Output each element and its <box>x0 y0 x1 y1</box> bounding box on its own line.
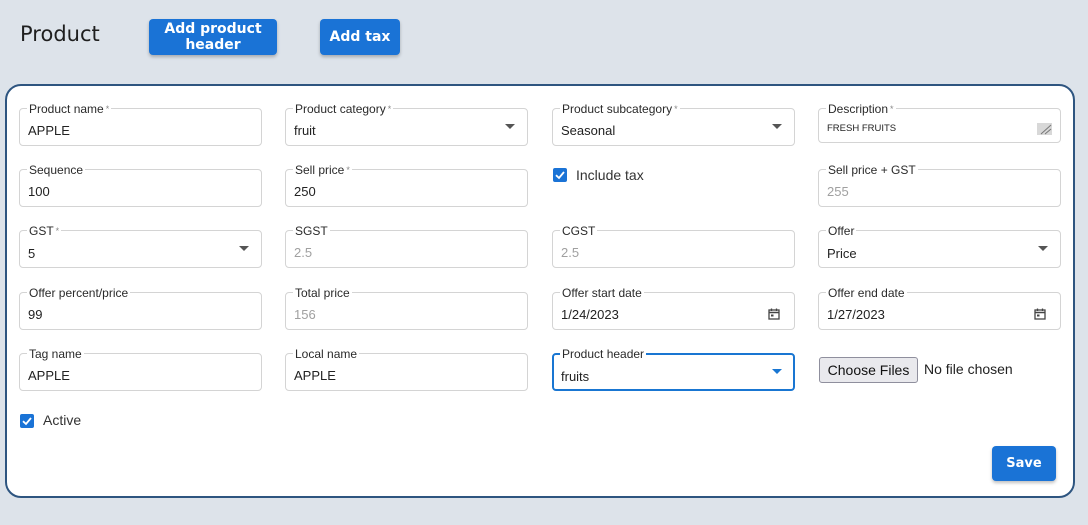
product-header-select[interactable]: Product header fruits <box>552 348 795 391</box>
save-button[interactable]: Save <box>992 446 1056 481</box>
file-status-text: No file chosen <box>924 361 1013 377</box>
chevron-down-icon <box>772 369 782 374</box>
gst-label: GST * <box>27 224 62 238</box>
offer-start-date-field[interactable]: Offer start date 1/24/2023 <box>552 287 795 330</box>
offer-percent-price-field[interactable]: Offer percent/price 99 <box>19 287 262 330</box>
product-header-value: fruits <box>561 369 590 384</box>
sell-price-gst-label: Sell price + GST <box>826 163 918 177</box>
chevron-down-icon <box>772 124 782 129</box>
product-name-field[interactable]: Product name * APPLE <box>19 103 262 146</box>
tag-name-value: APPLE <box>28 368 70 383</box>
offer-percent-price-label: Offer percent/price <box>27 286 131 300</box>
sell-price-field[interactable]: Sell price * 250 <box>285 164 528 207</box>
offer-label: Offer <box>826 224 857 238</box>
calendar-icon[interactable] <box>1034 308 1046 320</box>
gst-select[interactable]: GST * 5 <box>19 225 262 268</box>
include-tax-label: Include tax <box>576 167 644 183</box>
total-price-label: Total price <box>293 286 352 300</box>
sell-price-value: 250 <box>294 184 316 199</box>
offer-end-date-field[interactable]: Offer end date 1/27/2023 <box>818 287 1061 330</box>
offer-percent-price-value: 99 <box>28 307 43 322</box>
offer-end-date-label: Offer end date <box>826 286 907 300</box>
local-name-field[interactable]: Local name APPLE <box>285 348 528 391</box>
product-category-select[interactable]: Product category * fruit <box>285 103 528 146</box>
page-title: Product <box>20 22 100 46</box>
tag-name-label: Tag name <box>27 347 84 361</box>
product-subcategory-label: Product subcategory * <box>560 102 680 116</box>
tag-name-field[interactable]: Tag name APPLE <box>19 348 262 391</box>
description-textarea[interactable]: Description * FRESH FRUITS <box>818 103 1061 143</box>
add-product-header-button[interactable]: Add product header <box>149 19 277 55</box>
sequence-value: 100 <box>28 184 50 199</box>
chevron-down-icon <box>1038 246 1048 251</box>
sell-price-label: Sell price * <box>293 163 352 177</box>
cgst-value: 2.5 <box>561 245 580 260</box>
offer-end-date-value: 1/27/2023 <box>827 307 885 322</box>
product-subcategory-select[interactable]: Product subcategory * Seasonal <box>552 103 795 146</box>
offer-select[interactable]: Offer Price <box>818 225 1061 268</box>
sgst-label: SGST <box>293 224 330 238</box>
total-price-field: Total price 156 <box>285 287 528 330</box>
include-tax-checkbox[interactable] <box>553 168 567 182</box>
checkmark-icon <box>555 171 565 180</box>
resize-handle-icon[interactable] <box>1037 123 1052 135</box>
sell-price-gst-field: Sell price + GST 255 <box>818 164 1061 207</box>
active-checkbox[interactable] <box>20 414 34 428</box>
product-name-value: APPLE <box>28 123 70 138</box>
checkmark-icon <box>22 417 32 426</box>
cgst-field: CGST 2.5 <box>552 225 795 268</box>
calendar-icon[interactable] <box>768 308 780 320</box>
chevron-down-icon <box>239 246 249 251</box>
choose-files-button[interactable]: Choose Files <box>819 357 918 383</box>
chevron-down-icon <box>505 124 515 129</box>
cgst-label: CGST <box>560 224 598 238</box>
product-name-label: Product name * <box>27 102 112 116</box>
sequence-label: Sequence <box>27 163 86 177</box>
sgst-value: 2.5 <box>294 245 313 260</box>
product-category-value: fruit <box>294 123 316 138</box>
product-header-label: Product header <box>560 347 647 361</box>
product-subcategory-value: Seasonal <box>561 123 616 138</box>
offer-start-date-label: Offer start date <box>560 286 644 300</box>
sequence-field[interactable]: Sequence 100 <box>19 164 262 207</box>
product-category-label: Product category * <box>293 102 394 116</box>
gst-value: 5 <box>28 246 36 261</box>
product-form-card <box>5 84 1075 498</box>
add-tax-button[interactable]: Add tax <box>320 19 400 55</box>
local-name-label: Local name <box>293 347 360 361</box>
description-label: Description * <box>826 102 896 116</box>
sgst-field: SGST 2.5 <box>285 225 528 268</box>
local-name-value: APPLE <box>294 368 336 383</box>
active-label: Active <box>43 412 82 428</box>
description-value: FRESH FRUITS <box>827 123 897 134</box>
total-price-value: 156 <box>294 307 316 322</box>
offer-value: Price <box>827 246 857 261</box>
sell-price-gst-value: 255 <box>827 184 849 199</box>
offer-start-date-value: 1/24/2023 <box>561 307 619 322</box>
